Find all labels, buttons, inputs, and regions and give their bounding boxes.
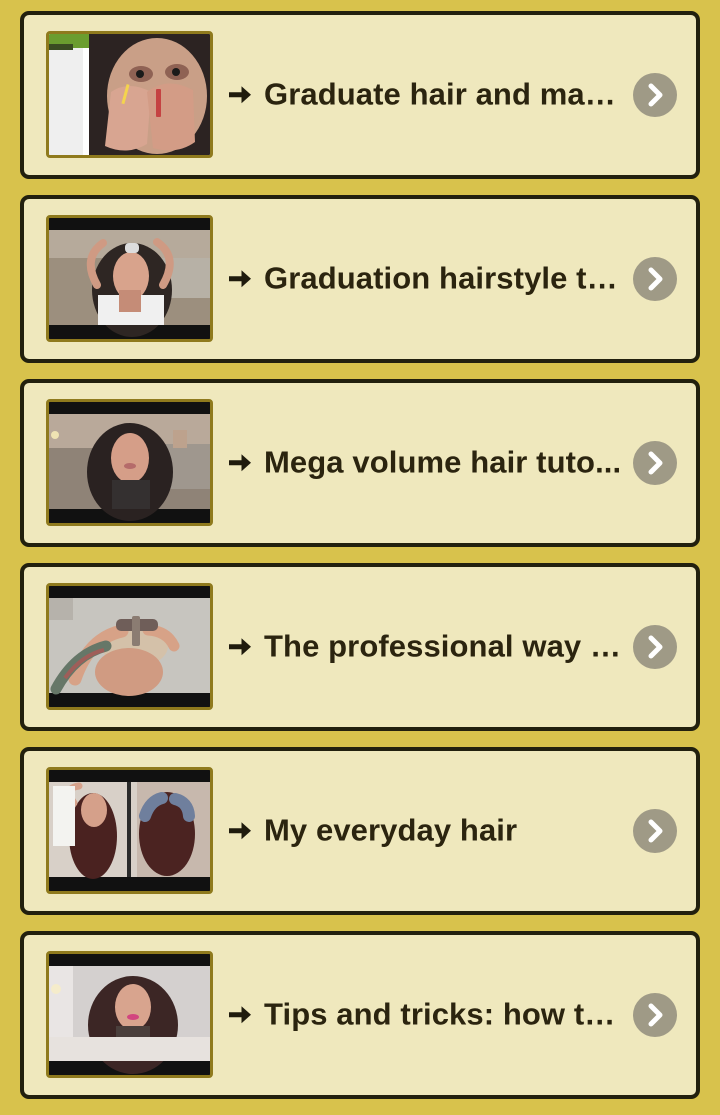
open-video-button[interactable] — [633, 993, 677, 1037]
open-video-button[interactable] — [633, 809, 677, 853]
chevron-right-icon — [648, 1003, 663, 1027]
video-card[interactable]: Mega volume hair tuto... — [20, 379, 700, 547]
arrow-right-icon — [229, 86, 251, 104]
arrow-right-icon — [229, 822, 251, 840]
video-thumbnail — [46, 583, 213, 710]
open-video-button[interactable] — [633, 441, 677, 485]
arrow-right-icon — [229, 638, 251, 656]
video-title: Graduate hair and mak... — [264, 78, 624, 112]
video-thumbnail — [46, 399, 213, 526]
open-video-button[interactable] — [633, 257, 677, 301]
video-title: The professional way t... — [264, 630, 624, 664]
video-card[interactable]: Graduation hairstyle tips — [20, 195, 700, 363]
video-list: Graduate hair and mak... Graduation hair… — [20, 11, 700, 1115]
video-thumbnail — [46, 31, 213, 158]
video-thumbnail — [46, 215, 213, 342]
arrow-right-icon — [229, 454, 251, 472]
video-title-row: My everyday hair — [226, 815, 624, 848]
video-card[interactable]: The professional way t... — [20, 563, 700, 731]
video-card[interactable]: Tips and tricks: how to... — [20, 931, 700, 1099]
video-title: Tips and tricks: how to... — [264, 998, 624, 1032]
chevron-right-icon — [648, 83, 663, 107]
video-title-row: Tips and tricks: how to... — [226, 999, 624, 1032]
video-thumbnail — [46, 951, 213, 1078]
video-card[interactable]: My everyday hair — [20, 747, 700, 915]
video-title-row: Graduation hairstyle tips — [226, 263, 624, 296]
video-title: Mega volume hair tuto... — [264, 446, 622, 480]
video-title-row: Mega volume hair tuto... — [226, 447, 624, 480]
chevron-right-icon — [648, 635, 663, 659]
arrow-right-icon — [229, 270, 251, 288]
chevron-right-icon — [648, 451, 663, 475]
video-thumbnail — [46, 767, 213, 894]
arrow-right-icon — [229, 1006, 251, 1024]
video-title-row: The professional way t... — [226, 631, 624, 664]
open-video-button[interactable] — [633, 625, 677, 669]
open-video-button[interactable] — [633, 73, 677, 117]
video-title: Graduation hairstyle tips — [264, 262, 624, 296]
video-card[interactable]: Graduate hair and mak... — [20, 11, 700, 179]
chevron-right-icon — [648, 819, 663, 843]
chevron-right-icon — [648, 267, 663, 291]
video-title-row: Graduate hair and mak... — [226, 79, 624, 112]
video-title: My everyday hair — [264, 814, 518, 848]
